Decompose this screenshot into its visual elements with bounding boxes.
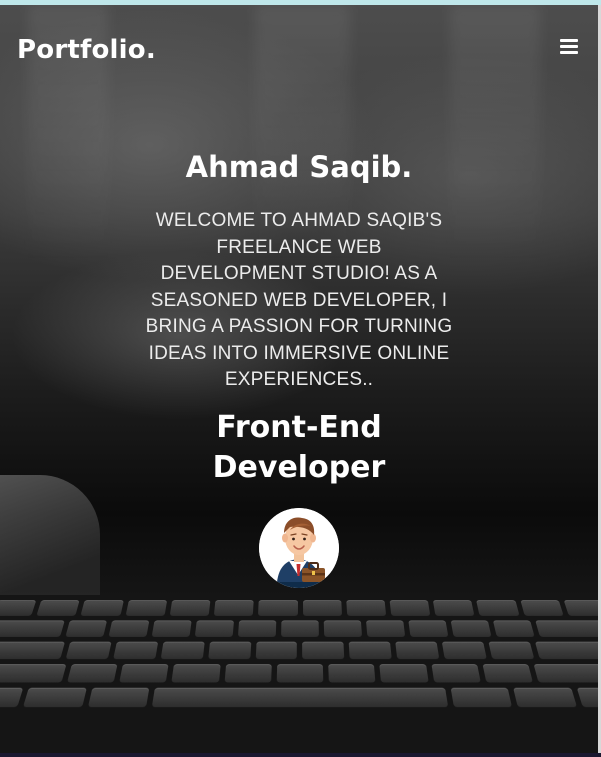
keyboard-row <box>0 641 601 660</box>
portfolio-page: Portfolio. Ahmad Saqib. WELCOME TO AHMAD… <box>0 0 601 757</box>
hamburger-menu-icon[interactable] <box>560 39 578 55</box>
hero-name: Ahmad Saqib. <box>185 150 413 184</box>
keyboard-row <box>0 664 601 683</box>
businessman-avatar <box>259 507 339 588</box>
menu-bar <box>560 51 578 54</box>
bottom-border <box>0 753 601 757</box>
hero-role: Front-End Developer <box>212 409 386 485</box>
keyboard-row <box>0 620 601 637</box>
businessman-avatar-icon <box>259 507 339 588</box>
menu-bar <box>560 45 578 48</box>
menu-bar <box>560 39 578 42</box>
hero-content: Ahmad Saqib. WELCOME TO AHMAD SAQIB'S FR… <box>0 145 598 588</box>
keyboard-image <box>0 595 601 757</box>
site-logo[interactable]: Portfolio. <box>17 35 156 65</box>
keyboard-row <box>0 687 601 708</box>
site-header: Portfolio. <box>0 5 598 95</box>
hero-description: WELCOME TO AHMAD SAQIB'S FREELANCE WEB D… <box>145 210 453 390</box>
keyboard-row <box>0 600 601 616</box>
